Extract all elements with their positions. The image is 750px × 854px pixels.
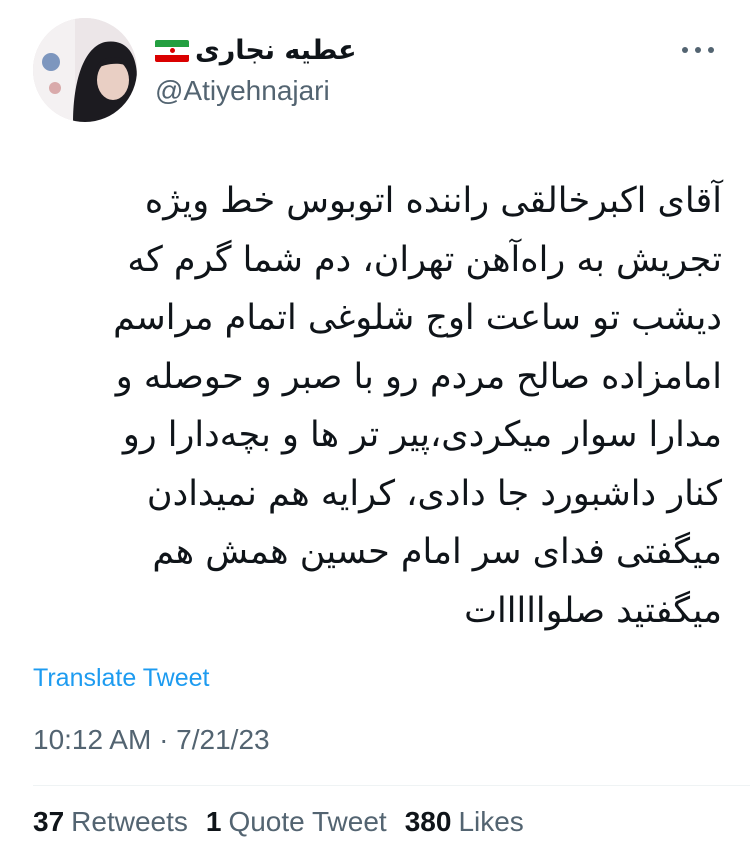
quote-tweets-count: 1 — [205, 806, 222, 837]
tweet-stats: 37 Retweets 1 Quote Tweet 380 Likes — [33, 805, 542, 839]
iran-flag-icon — [155, 40, 189, 62]
tweet-timestamp[interactable]: 10:12 AM · 7/21/23 — [33, 723, 270, 757]
likes-label: Likes — [458, 806, 524, 837]
avatar-image — [33, 18, 137, 122]
author-display-name[interactable]: عطیه نجاری — [195, 34, 357, 68]
more-options-icon[interactable] — [678, 36, 718, 64]
retweets-stat[interactable]: 37 Retweets — [33, 805, 188, 839]
retweets-label: Retweets — [71, 806, 188, 837]
author-name-row[interactable]: عطیه نجاری — [155, 34, 357, 68]
retweets-count: 37 — [33, 806, 65, 837]
avatar[interactable] — [33, 18, 137, 122]
tweet-detail: عطیه نجاری @Atiyehnajari آقای اکبرخالقی … — [0, 0, 750, 854]
likes-stat[interactable]: 380 Likes — [405, 805, 524, 839]
tweet-text-line: میگفتید صلوااااات — [464, 590, 722, 631]
tweet-text: آقای اکبرخالقی راننده اتوبوس خط ویژه تجر… — [36, 172, 722, 640]
tweet-text-line: کنار داشبورد جا دادی، کرایه هم نمیدادن — [146, 473, 722, 514]
tweet-text-line: دیشب تو ساعت اوج شلوغی اتمام مراسم — [113, 298, 722, 338]
quote-tweets-label: Quote Tweet — [228, 806, 387, 837]
tweet-text-line: امامزاده صالح مردم رو با صبر و حوصله و — [115, 356, 722, 397]
author-handle[interactable]: @Atiyehnajari — [155, 74, 330, 108]
quote-tweets-stat[interactable]: 1 Quote Tweet — [206, 805, 387, 839]
tweet-text-line: مدارا سوار میکردی،پیر تر ها و بچه‌دارا ر… — [122, 415, 722, 455]
likes-count: 380 — [404, 806, 452, 837]
tweet-text-line: آقای اکبرخالقی راننده اتوبوس خط ویژه — [144, 181, 722, 221]
tweet-text-line: تجریش به راه‌آهن تهران، دم شما گرم که — [127, 239, 722, 280]
divider — [33, 785, 750, 786]
translate-tweet-link[interactable]: Translate Tweet — [33, 663, 209, 693]
tweet-text-line: میگفتی فدای سر امام حسین همش هم — [152, 532, 722, 572]
